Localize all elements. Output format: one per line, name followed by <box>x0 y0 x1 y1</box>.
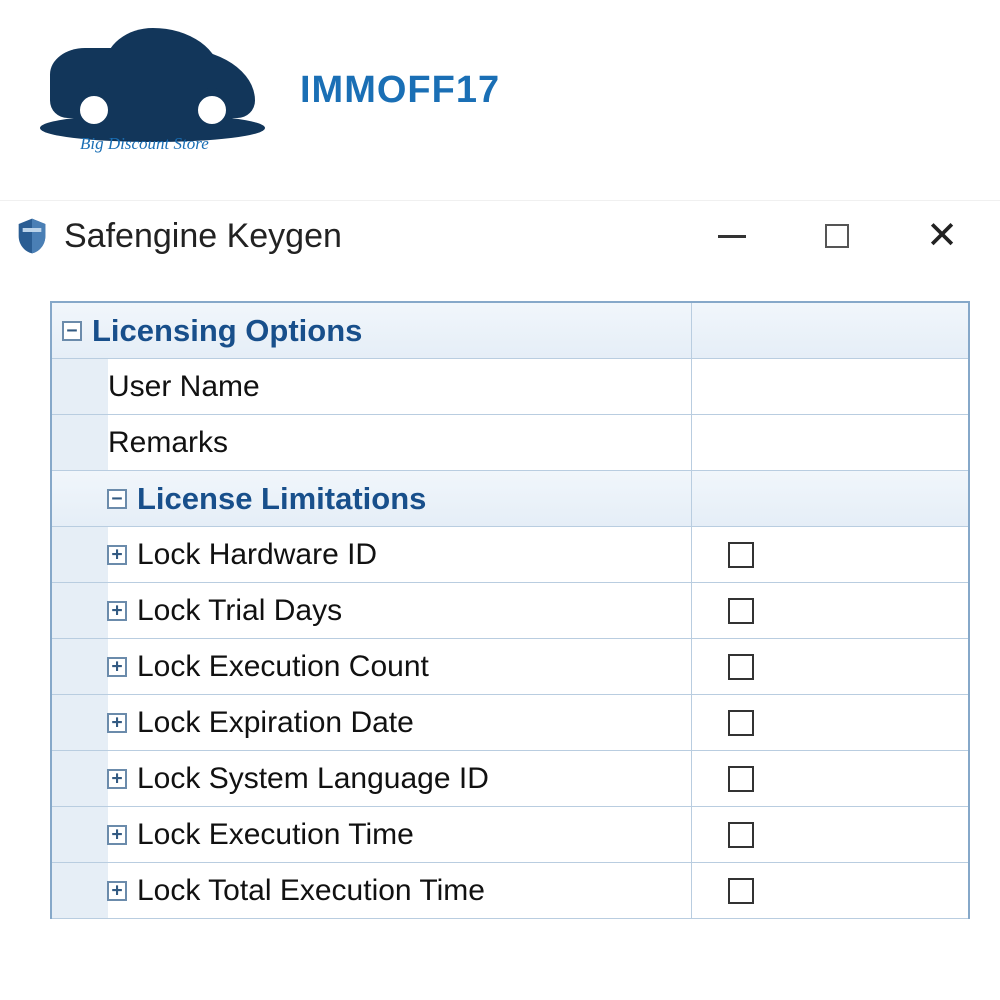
row-lock-system-language-id: Lock System Language ID <box>52 751 968 807</box>
minimize-button[interactable] <box>712 216 752 256</box>
row-user-name: User Name <box>52 359 968 415</box>
item-label: Lock Expiration Date <box>137 706 414 740</box>
user-name-label: User Name <box>108 370 260 404</box>
expand-icon[interactable] <box>107 881 127 901</box>
window-title: Safengine Keygen <box>64 217 712 256</box>
banner-title: IMMOFF17 <box>300 69 500 112</box>
row-lock-total-execution-time: Lock Total Execution Time <box>52 863 968 919</box>
expand-icon[interactable] <box>107 769 127 789</box>
item-label: Lock Hardware ID <box>137 538 377 572</box>
item-label: Lock Trial Days <box>137 594 342 628</box>
license-limitations-label: License Limitations <box>137 481 426 517</box>
checkbox-lock-expiration-date[interactable] <box>728 710 754 736</box>
licensing-options-label: Licensing Options <box>92 313 362 349</box>
expand-icon[interactable] <box>107 825 127 845</box>
item-label: Lock Execution Count <box>137 650 429 684</box>
expand-icon[interactable] <box>107 713 127 733</box>
collapse-icon[interactable] <box>107 489 127 509</box>
expand-icon[interactable] <box>107 545 127 565</box>
user-name-value[interactable] <box>692 359 968 414</box>
row-lock-execution-count: Lock Execution Count <box>52 639 968 695</box>
item-label: Lock Execution Time <box>137 818 414 852</box>
maximize-button[interactable] <box>817 216 857 256</box>
close-button[interactable]: ✕ <box>922 216 962 256</box>
group-licensing-options: Licensing Options <box>52 303 968 359</box>
checkbox-lock-execution-time[interactable] <box>728 822 754 848</box>
group-license-limitations: License Limitations <box>52 471 968 527</box>
shield-icon <box>16 217 48 255</box>
window-controls: ✕ <box>712 216 992 256</box>
checkbox-lock-execution-count[interactable] <box>728 654 754 680</box>
checkbox-lock-total-execution-time[interactable] <box>728 878 754 904</box>
expand-icon[interactable] <box>107 601 127 621</box>
remarks-label: Remarks <box>108 426 228 460</box>
row-lock-expiration-date: Lock Expiration Date <box>52 695 968 751</box>
checkbox-lock-hardware-id[interactable] <box>728 542 754 568</box>
collapse-icon[interactable] <box>62 321 82 341</box>
page-banner: Big Discount Store IMMOFF17 <box>0 0 1000 170</box>
row-lock-trial-days: Lock Trial Days <box>52 583 968 639</box>
car-logo: Big Discount Store <box>40 20 270 160</box>
expand-icon[interactable] <box>107 657 127 677</box>
item-label: Lock System Language ID <box>137 762 489 796</box>
remarks-value[interactable] <box>692 415 968 470</box>
property-grid: Licensing Options User Name Remarks Lice… <box>50 301 970 919</box>
row-lock-hardware-id: Lock Hardware ID <box>52 527 968 583</box>
row-lock-execution-time: Lock Execution Time <box>52 807 968 863</box>
logo-subtext: Big Discount Store <box>80 134 209 154</box>
app-window: Safengine Keygen ✕ Licensing Options Use… <box>0 200 1000 1000</box>
titlebar: Safengine Keygen ✕ <box>0 201 1000 271</box>
checkbox-lock-trial-days[interactable] <box>728 598 754 624</box>
item-label: Lock Total Execution Time <box>137 874 485 908</box>
row-remarks: Remarks <box>52 415 968 471</box>
checkbox-lock-system-language-id[interactable] <box>728 766 754 792</box>
